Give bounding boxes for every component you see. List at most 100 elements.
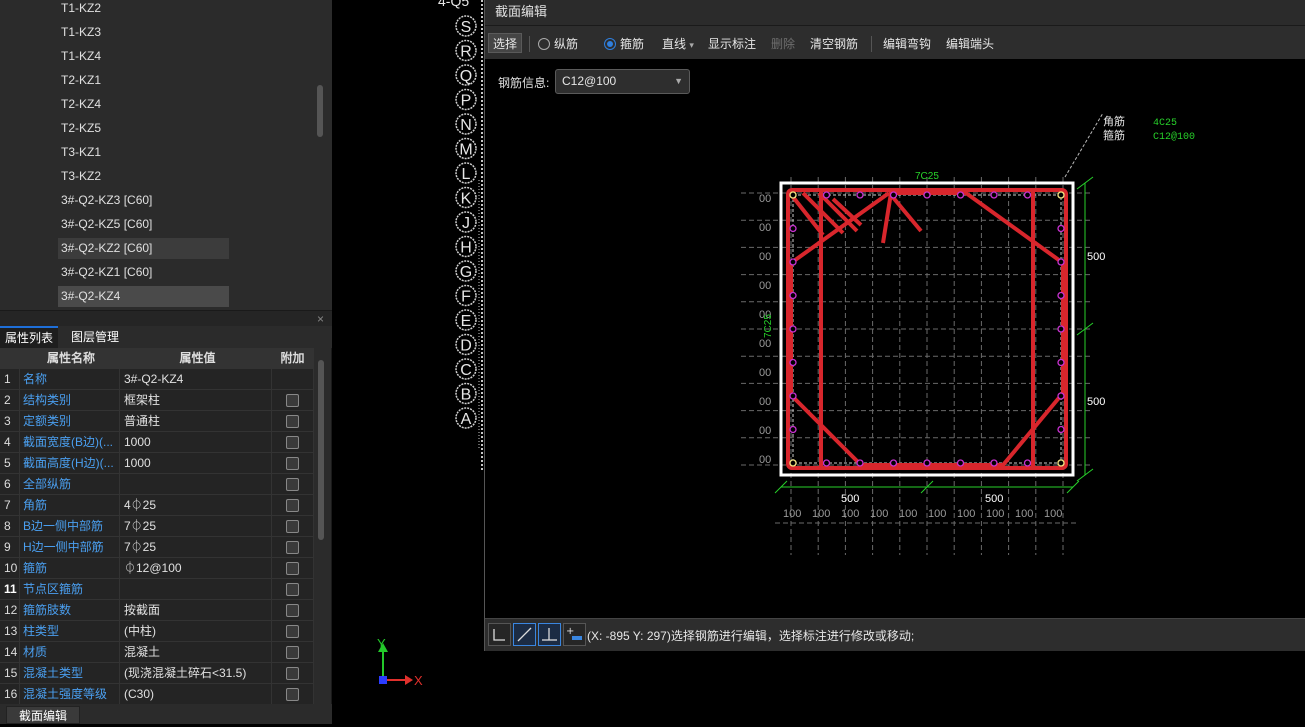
extra-checkbox[interactable] [286, 541, 299, 554]
property-value[interactable]: (C30) [120, 684, 272, 704]
property-value[interactable]: 7⏀25 [120, 516, 272, 536]
property-value[interactable]: ⏀12@100 [120, 558, 272, 578]
extra-checkbox[interactable] [286, 394, 299, 407]
dim-text: 500 [1087, 251, 1105, 263]
delete-button[interactable]: 删除 [771, 34, 795, 54]
extra-checkbox[interactable] [286, 667, 299, 680]
small-dim-text: 100 [783, 508, 801, 520]
status-message: (X: -895 Y: 297)选择钢筋进行编辑，选择标注进行修改或移动; [587, 629, 915, 643]
property-value[interactable]: 3#-Q2-KZ4 [120, 369, 272, 389]
show-annotation-button[interactable]: 显示标注 [708, 34, 756, 54]
extra-checkbox[interactable] [286, 436, 299, 449]
extra-checkbox[interactable] [286, 583, 299, 596]
tree-item[interactable]: T1-KZ2 [58, 0, 229, 19]
small-dim-text: 00 [759, 367, 771, 379]
property-value[interactable]: 按截面 [120, 600, 272, 620]
property-row[interactable]: 10 箍筋 ⏀12@100 [0, 558, 314, 579]
props-scrollbar[interactable] [318, 360, 324, 540]
tree-item[interactable]: T2-KZ1 [58, 70, 229, 91]
property-row[interactable]: 4 截面宽度(B边)(... 1000 [0, 432, 314, 453]
stirrup-radio[interactable]: 箍筋 [604, 34, 644, 54]
edit-end-button[interactable]: 编辑端头 [946, 34, 994, 54]
toolbar-separator [529, 36, 530, 52]
orthogonal-mode-icon[interactable] [488, 623, 511, 646]
extra-checkbox[interactable] [286, 499, 299, 512]
tree-item[interactable]: 3#-Q2-KZ3 [C60] [58, 190, 229, 211]
property-value[interactable]: 4⏀25 [120, 495, 272, 515]
extra-checkbox[interactable] [286, 688, 299, 701]
select-button[interactable]: 选择 [488, 33, 523, 53]
tab-section-edit[interactable]: 截面编辑 [6, 706, 81, 724]
small-dim-text: 00 [759, 193, 771, 205]
property-row[interactable]: 12 箍筋肢数 按截面 [0, 600, 314, 621]
tree-item[interactable]: 3#-Q2-KZ4 [58, 286, 229, 307]
extra-checkbox[interactable] [286, 415, 299, 428]
tree-item[interactable]: T1-KZ4 [58, 46, 229, 67]
middle-bar [1057, 358, 1065, 367]
panel-splitter[interactable]: × [0, 310, 332, 326]
property-value[interactable]: 框架柱 [120, 390, 272, 410]
tab-layers[interactable]: 图层管理 [66, 326, 124, 348]
property-row[interactable]: 9 H边一侧中部筋 7⏀25 [0, 537, 314, 558]
extra-checkbox[interactable] [286, 478, 299, 491]
property-value[interactable]: (现浇混凝土碎石<31.5) [120, 663, 272, 683]
property-value[interactable]: 1000 [120, 432, 272, 452]
extra-checkbox[interactable] [286, 457, 299, 470]
property-row[interactable]: 3 定额类别 普通柱 [0, 411, 314, 432]
longitudinal-radio[interactable]: 纵筋 [538, 34, 578, 54]
property-row[interactable]: 8 B边一侧中部筋 7⏀25 [0, 516, 314, 537]
property-row[interactable]: 6 全部纵筋 [0, 474, 314, 495]
middle-bar [856, 459, 864, 467]
property-value[interactable]: 7⏀25 [120, 537, 272, 557]
property-value[interactable]: (中柱) [120, 621, 272, 641]
line-dropdown[interactable]: 直线 ▾ [662, 34, 694, 54]
tree-item[interactable]: 3#-Q2-KZ5 [C60] [58, 214, 229, 235]
property-value[interactable] [120, 474, 272, 494]
tree-item[interactable]: 3#-Q2-KZ1 [C60] [58, 262, 229, 283]
perpendicular-snap-icon[interactable] [538, 623, 561, 646]
tree-scrollbar[interactable] [317, 85, 323, 137]
property-header-row: 属性名称 属性值 附加 [0, 348, 314, 369]
property-value[interactable] [120, 579, 272, 599]
tree-item[interactable]: T1-KZ3 [58, 22, 229, 43]
panel-tabs: 属性列表 图层管理 [0, 326, 332, 348]
grid-label: R [460, 44, 472, 61]
extra-checkbox[interactable] [286, 520, 299, 533]
extra-checkbox[interactable] [286, 604, 299, 617]
close-icon[interactable]: × [317, 312, 324, 326]
clear-rebar-button[interactable]: 清空钢筋 [810, 34, 858, 54]
property-row[interactable]: 13 柱类型 (中柱) [0, 621, 314, 642]
edit-hook-button[interactable]: 编辑弯钩 [883, 34, 931, 54]
property-extra [272, 474, 314, 494]
dynamic-input-icon[interactable]: + [563, 623, 586, 646]
property-row[interactable]: 14 材质 混凝土 [0, 642, 314, 663]
property-row[interactable]: 16 混凝土强度等级 (C30) [0, 684, 314, 704]
property-row[interactable]: 5 截面高度(H边)(... 1000 [0, 453, 314, 474]
tree-item[interactable]: T3-KZ1 [58, 142, 229, 163]
extra-checkbox[interactable] [286, 625, 299, 638]
middle-bar [789, 291, 797, 300]
tab-properties[interactable]: 属性列表 [0, 326, 59, 348]
property-value[interactable]: 1000 [120, 453, 272, 473]
grid-label: B [461, 387, 472, 404]
property-row[interactable]: 11 节点区箍筋 [0, 579, 314, 600]
tree-item[interactable]: T2-KZ4 [58, 94, 229, 115]
polar-mode-icon[interactable] [513, 623, 536, 646]
property-row[interactable]: 15 混凝土类型 (现浇混凝土碎石<31.5) [0, 663, 314, 684]
property-row[interactable]: 1 名称 3#-Q2-KZ4 [0, 369, 314, 390]
tree-item[interactable]: T2-KZ5 [58, 118, 229, 139]
property-value[interactable]: 混凝土 [120, 642, 272, 662]
section-drawing[interactable]: 500 500 500 500 100 100 100 100 100 100 100 100 100 1… [485, 59, 1305, 619]
row-number: 1 [0, 369, 20, 389]
legend-stirrup-label: 箍筋 [1103, 128, 1125, 142]
property-row[interactable]: 2 结构类别 框架柱 [0, 390, 314, 411]
tree-item[interactable]: T3-KZ2 [58, 166, 229, 187]
grid-label: L [462, 166, 471, 183]
property-value[interactable]: 普通柱 [120, 411, 272, 431]
extra-checkbox[interactable] [286, 646, 299, 659]
dialog-toolbar: 选择 纵筋 箍筋 直线 ▾ 显示标注 删除 清空钢筋 编辑弯钩 编辑端头 [485, 25, 1305, 59]
property-row[interactable]: 7 角筋 4⏀25 [0, 495, 314, 516]
tree-item[interactable]: 3#-Q2-KZ2 [C60] [58, 238, 229, 259]
top-bar-label: 7C25 [915, 171, 939, 182]
extra-checkbox[interactable] [286, 562, 299, 575]
